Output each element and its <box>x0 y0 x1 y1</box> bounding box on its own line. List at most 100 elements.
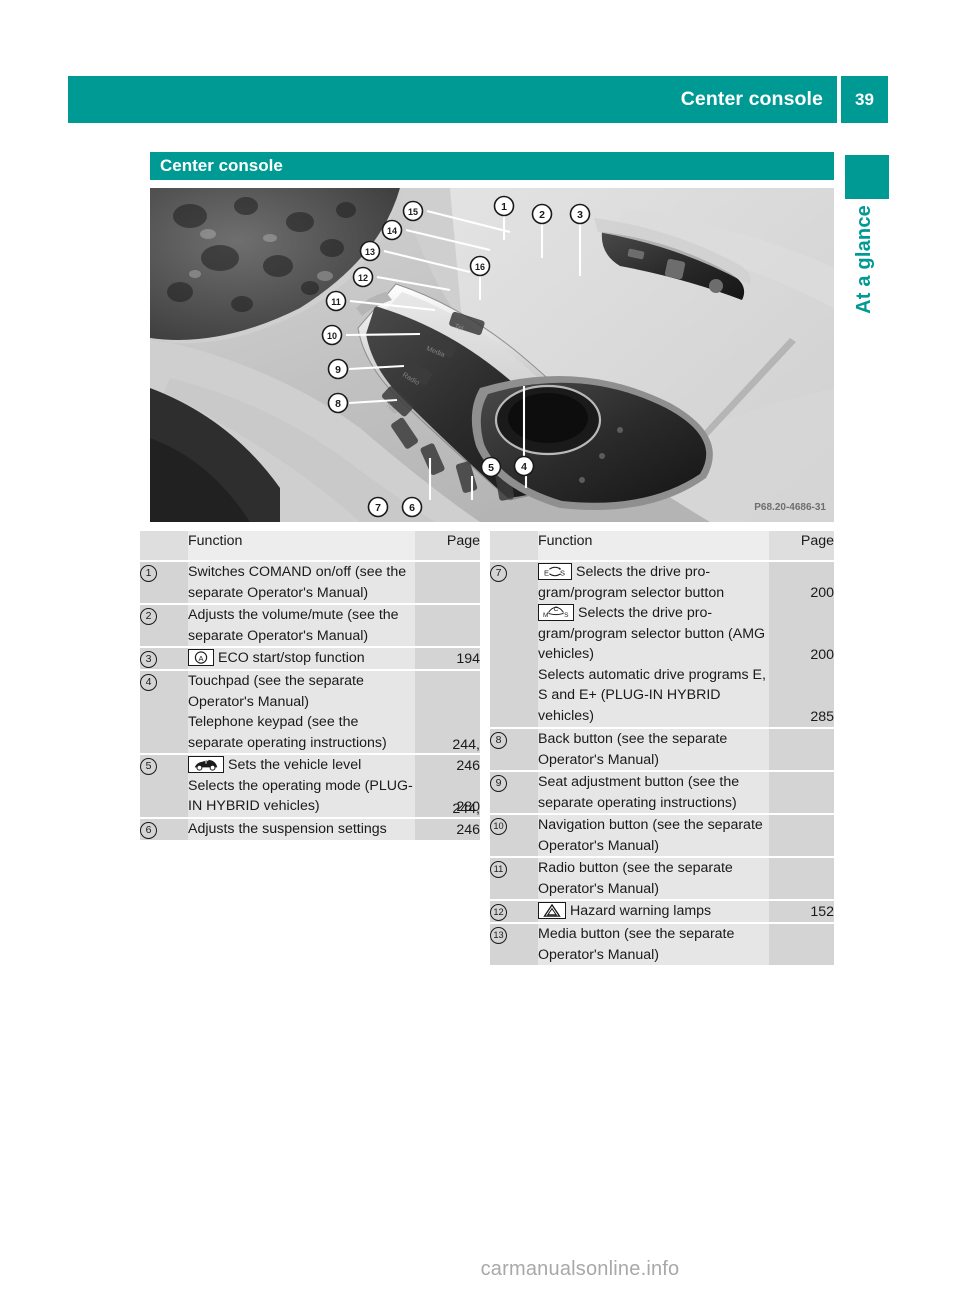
callout-number-8: 8 <box>490 732 507 749</box>
row-page-cell <box>769 727 834 771</box>
row-callout-cell: 10 <box>490 813 538 857</box>
svg-text:S: S <box>564 612 569 619</box>
row-page-cell <box>769 922 834 965</box>
svg-text:14: 14 <box>387 226 397 236</box>
function-text-block: Back button (see the sepa­rate Operator'… <box>538 729 769 770</box>
svg-text:8: 8 <box>335 398 341 410</box>
section-title: Center console <box>160 156 283 175</box>
page-ref-block <box>769 815 834 856</box>
row-page-cell <box>769 856 834 900</box>
row-callout-cell: 11 <box>490 856 538 900</box>
row-page-cell <box>769 813 834 857</box>
svg-text:16: 16 <box>475 262 485 272</box>
row-function-cell: Touchpad (see the separate Operator's Ma… <box>188 669 415 754</box>
header-cell-number <box>490 531 538 561</box>
svg-text:12: 12 <box>358 273 368 283</box>
header-cell-function: Function <box>538 531 769 561</box>
table-row: 4 Touchpad (see the separate Operator's M… <box>140 669 480 754</box>
vehicle-level-icon <box>188 756 224 773</box>
function-text: Radio button (see the sep­arate Operator… <box>538 860 733 897</box>
watermark: carmanualsonline.info <box>0 1258 960 1281</box>
function-text-block: Hazard warning lamps <box>538 901 769 922</box>
function-text: Seat adjustment button (see the separate… <box>538 774 740 811</box>
page-ref-block <box>769 729 834 770</box>
function-text-block: Selects the operating mode (PLUG-IN HYBR… <box>188 776 415 817</box>
callout-number-11: 11 <box>490 861 507 878</box>
page-reference: 246 <box>456 821 480 838</box>
row-function-cell: Adjusts the suspension set­tings <box>188 817 415 840</box>
running-header-title: Center console <box>680 88 823 110</box>
svg-text:15: 15 <box>408 207 418 217</box>
function-text-block: Navigation button (see the separate Oper… <box>538 815 769 856</box>
callout-number-10: 10 <box>490 818 507 835</box>
table-body-right: 7 E S Selects the drive pro­gram/program se… <box>490 560 834 965</box>
row-page-cell <box>769 770 834 814</box>
function-text-block: Touchpad (see the separate Operator's Ma… <box>188 671 415 712</box>
drive-program-mcs-icon: MCS <box>538 604 574 621</box>
function-text-block: Sets the vehicle level <box>188 755 415 776</box>
function-text: Hazard warning lamps <box>570 903 712 919</box>
row-callout-cell: 1 <box>140 560 188 604</box>
table-row: 5 Sets the vehicle level Selects the opera… <box>140 737 480 818</box>
row-page-cell <box>415 603 480 647</box>
function-text-block: A ECO start/stop func­tion <box>188 648 415 669</box>
row-callout-cell: 2 <box>140 603 188 647</box>
row-callout-cell: 4 <box>140 669 188 754</box>
row-callout-cell: 6 <box>140 817 188 840</box>
thumb-tab-marker <box>845 155 889 199</box>
page-reference: 200 <box>810 646 834 663</box>
table-row: 10 Navigation button (see the separate Op… <box>490 813 834 857</box>
page-reference: 200 <box>810 584 834 601</box>
svg-text:7: 7 <box>375 502 381 514</box>
row-callout-cell: 3 <box>140 646 188 670</box>
row-callout-cell: 12 <box>490 899 538 923</box>
page-reference: 194 <box>456 650 480 667</box>
row-function-cell: E S Selects the drive pro­gram/program sel… <box>538 560 769 728</box>
row-function-cell: Adjusts the volume/mute (see the separat… <box>188 603 415 647</box>
page-ref-block: 244, 246 <box>415 737 480 776</box>
function-text: Navigation button (see the separate Oper… <box>538 817 763 854</box>
thumb-tab-label-wrap: At a glance <box>834 205 894 455</box>
callout-number-5: 5 <box>140 758 157 775</box>
callout-number-7: 7 <box>490 565 507 582</box>
page-reference: 244, <box>452 801 480 817</box>
row-function-cell: Navigation button (see the separate Oper… <box>538 813 769 857</box>
svg-text:3: 3 <box>577 209 583 221</box>
page-ref-block <box>415 562 480 603</box>
row-function-cell: Seat adjustment button (see the separate… <box>538 770 769 814</box>
watermark-text: carmanualsonline.info <box>480 1258 680 1280</box>
svg-text:1: 1 <box>501 201 507 213</box>
table-row: 12 Hazard warning lamps 152 <box>490 899 834 923</box>
row-page-cell: 200 200 285 <box>769 560 834 728</box>
manual-page: Center console 39 At a glance Center con… <box>0 0 960 1302</box>
page-ref-block <box>415 605 480 646</box>
header-cell-number <box>140 531 188 561</box>
callout-number-1: 1 <box>140 565 157 582</box>
function-text-block: Seat adjustment button (see the separate… <box>538 772 769 813</box>
row-function-cell: Switches COMAND on/off (see the separate… <box>188 560 415 604</box>
row-callout-cell: 8 <box>490 727 538 771</box>
svg-text:E: E <box>544 568 549 577</box>
svg-text:S: S <box>560 568 565 577</box>
header-cell-page: Page <box>415 531 480 561</box>
row-function-cell: Back button (see the sepa­rate Operator'… <box>538 727 769 771</box>
row-function-cell: Hazard warning lamps <box>538 899 769 923</box>
header-cell-function: Function <box>188 531 415 561</box>
row-function-cell: Media button (see the sep­arate Operator… <box>538 922 769 965</box>
function-text: Touchpad (see the separate Operator's Ma… <box>188 673 364 710</box>
function-text-block: Adjusts the suspension set­tings <box>188 819 415 840</box>
page-ref-block: 244, 246 <box>415 801 480 840</box>
row-callout-cell: 5 <box>140 753 188 818</box>
svg-text:10: 10 <box>327 331 337 341</box>
svg-text:A: A <box>198 654 203 663</box>
svg-text:4: 4 <box>521 461 527 473</box>
function-text-block: M C S Selects the drive pro­gram/program se… <box>538 603 769 665</box>
row-function-cell: Radio button (see the sep­arate Operator… <box>538 856 769 900</box>
running-header-page-box: 39 <box>841 76 888 123</box>
table-row: 3 A ECO start/stop func­tion 194 <box>140 646 480 670</box>
row-page-cell <box>415 560 480 604</box>
page-ref-block: 152 <box>769 901 834 922</box>
function-text: Sets the vehicle level <box>228 757 362 773</box>
hazard-warning-icon <box>538 902 566 919</box>
page-ref-block: 200 <box>769 562 834 603</box>
